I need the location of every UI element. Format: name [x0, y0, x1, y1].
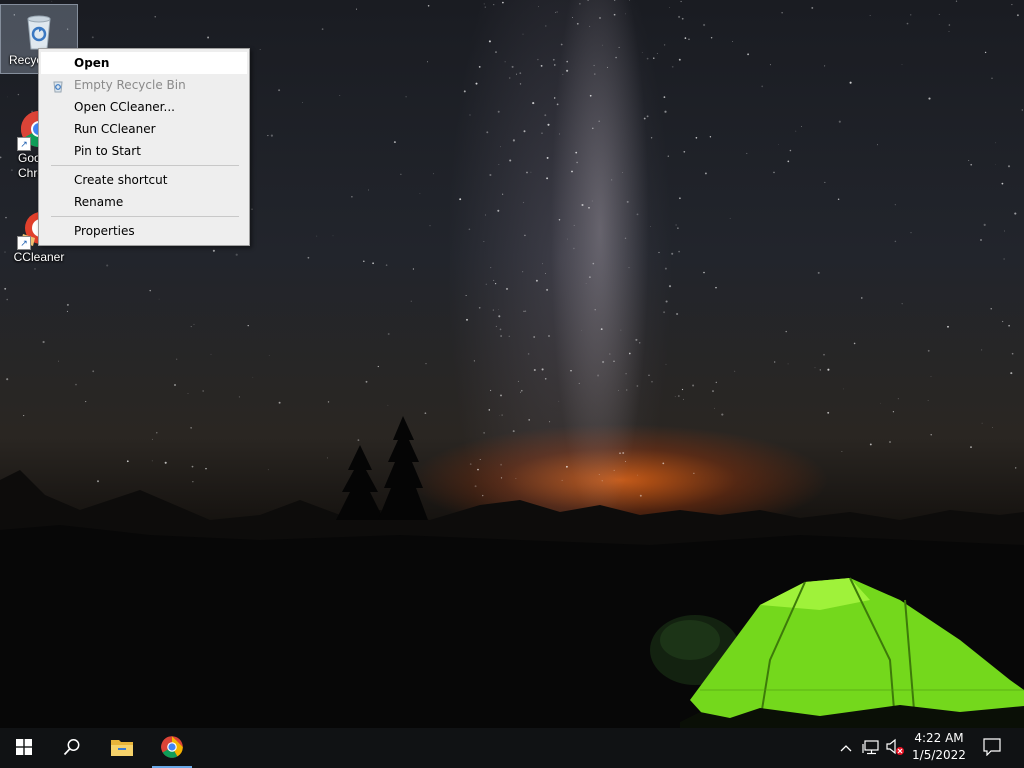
menu-item-label: Pin to Start	[74, 144, 141, 158]
context-menu: Open Empty Recycle Bin Open CCleaner... …	[38, 48, 250, 246]
menu-item-pin-to-start[interactable]: Pin to Start	[39, 140, 249, 162]
windows-start-icon	[16, 738, 32, 758]
menu-item-rename[interactable]: Rename	[39, 191, 249, 213]
menu-separator	[51, 216, 239, 217]
network-icon	[862, 739, 880, 758]
taskbar-google-chrome[interactable]	[148, 728, 196, 768]
recycle-bin-icon	[19, 11, 59, 51]
action-center-button[interactable]	[978, 728, 1006, 768]
tray-network[interactable]	[860, 728, 882, 768]
menu-separator	[51, 165, 239, 166]
taskbar-clock[interactable]: 4:22 AM 1/5/2022	[908, 730, 970, 764]
tray-show-hidden-icons[interactable]	[836, 728, 856, 768]
shortcut-arrow-icon: ↗	[17, 236, 31, 250]
file-explorer-icon	[110, 737, 134, 760]
menu-item-label: Open CCleaner...	[74, 100, 175, 114]
start-button[interactable]	[0, 728, 48, 768]
chrome-icon	[160, 735, 184, 762]
menu-item-label: Run CCleaner	[74, 122, 156, 136]
taskbar-file-explorer[interactable]	[98, 728, 146, 768]
search-icon	[63, 738, 81, 759]
shortcut-arrow-icon: ↗	[17, 137, 31, 151]
menu-item-properties[interactable]: Properties	[39, 220, 249, 242]
search-button[interactable]	[48, 728, 96, 768]
menu-item-run-ccleaner[interactable]: Run CCleaner	[39, 118, 249, 140]
recycle-bin-small-icon	[51, 78, 65, 93]
volume-muted-icon	[885, 738, 905, 759]
menu-item-empty-recycle-bin[interactable]: Empty Recycle Bin	[39, 74, 249, 96]
menu-item-open-ccleaner[interactable]: Open CCleaner...	[39, 96, 249, 118]
clock-time: 4:22 AM	[914, 731, 964, 745]
tray-volume[interactable]	[884, 728, 906, 768]
taskbar: 4:22 AM 1/5/2022	[0, 728, 1024, 768]
desktop-icon-label: CCleaner	[13, 250, 65, 264]
menu-item-create-shortcut[interactable]: Create shortcut	[39, 169, 249, 191]
menu-item-label: Create shortcut	[74, 173, 168, 187]
menu-item-label: Rename	[74, 195, 124, 209]
menu-item-label: Open	[74, 56, 110, 70]
clock-date: 1/5/2022	[912, 748, 966, 762]
menu-item-label: Properties	[74, 224, 135, 238]
notification-icon	[983, 737, 1001, 759]
menu-item-open[interactable]: Open	[41, 52, 247, 74]
chevron-up-icon	[840, 741, 852, 755]
menu-item-label: Empty Recycle Bin	[74, 78, 186, 92]
